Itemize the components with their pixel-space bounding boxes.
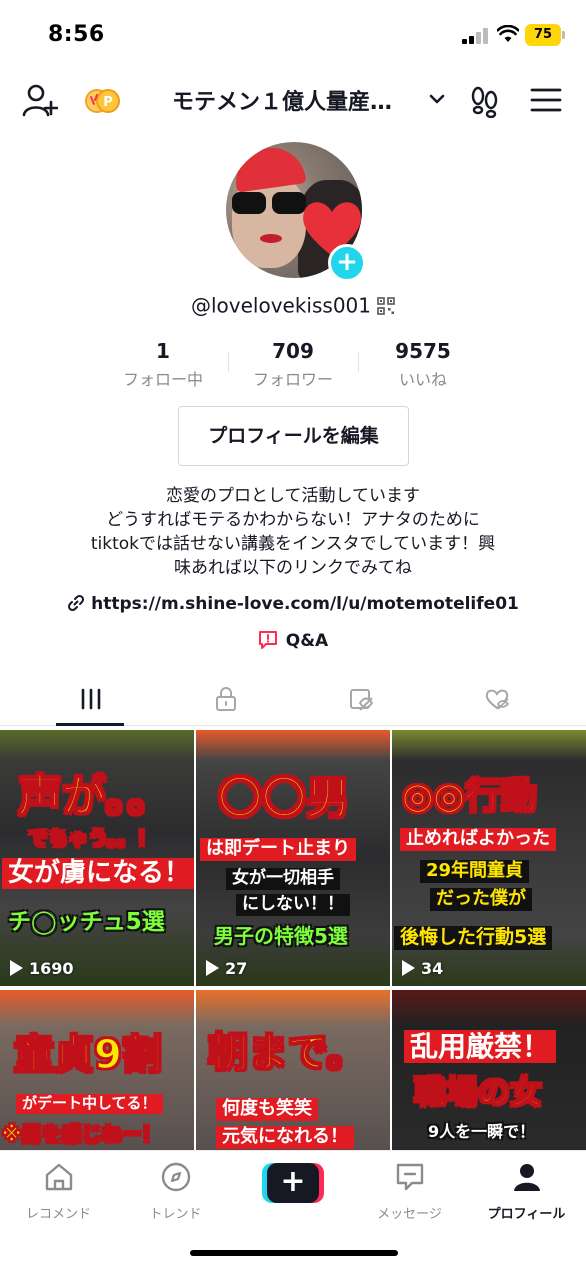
bio-line: どうすればモテるかわからない！アナタのために: [106, 510, 480, 530]
status-bar: 8:56 75: [0, 0, 586, 70]
battery-indicator: 75: [525, 24, 565, 46]
video-caption: チ◯ッチュ5選: [8, 909, 165, 935]
view-count: 34: [402, 959, 443, 978]
home-icon: [45, 1163, 72, 1191]
play-icon: [10, 960, 23, 976]
bio: 恋愛のプロとして活動しています どうすればモテるかわからない！アナタのために t…: [40, 484, 546, 580]
lock-icon[interactable]: [213, 686, 239, 712]
video-tile[interactable]: ◎◎行動 止めればよかった 29年間童貞 だった僕が 後悔した行動5選 34: [392, 730, 586, 986]
following-label: フォロー中: [122, 370, 203, 389]
page-title[interactable]: モテメン１億人量産…: [172, 84, 392, 116]
top-nav: P モテメン１億人量産…: [0, 72, 586, 128]
qa-link[interactable]: Q&A: [0, 630, 586, 651]
home-indicator: [190, 1250, 398, 1256]
bio-line: 味あれば以下のリンクでみてね: [174, 558, 412, 578]
video-tile[interactable]: 乱用厳禁！ 職場の女 9人を一瞬で！: [392, 990, 586, 1160]
video-caption: にしない！！: [236, 894, 350, 916]
profile-icon: [513, 1164, 540, 1191]
nav-label: プロフィール: [487, 1207, 566, 1222]
link-icon: [68, 594, 85, 612]
nav-label: トレンド: [149, 1207, 202, 1222]
video-caption: 〇〇男: [217, 773, 351, 824]
add-user-icon[interactable]: [22, 82, 58, 118]
hidden-repost-icon[interactable]: [348, 686, 374, 712]
nav-trend[interactable]: トレンド: [117, 1161, 234, 1222]
svg-text:P: P: [103, 95, 113, 110]
video-caption: 後悔した行動5選: [394, 926, 553, 950]
play-icon: [206, 960, 219, 976]
footprint-icon[interactable]: [468, 84, 502, 118]
message-icon: [396, 1163, 423, 1191]
add-avatar-button[interactable]: +: [328, 244, 366, 282]
cellular-signal-icon: [462, 28, 490, 44]
video-tile[interactable]: 童貞9割 がデート中してる！ ※男を感じねー！: [0, 990, 194, 1160]
video-caption: 男子の特徴5選: [214, 924, 348, 948]
followers-count: 709: [272, 339, 314, 363]
nav-profile[interactable]: プロフィール: [468, 1161, 585, 1222]
content-tabs: [0, 676, 586, 726]
video-caption: 童貞9割: [13, 1032, 162, 1078]
compass-icon: [161, 1162, 190, 1192]
video-caption: 何度も笑笑: [216, 1098, 318, 1121]
chevron-down-icon[interactable]: [428, 90, 446, 108]
video-caption: 女が虜になる！: [2, 858, 194, 890]
likes-count: 9575: [395, 339, 451, 363]
likes-label: いいね: [398, 370, 447, 389]
video-caption: 声が。。: [17, 771, 172, 822]
status-time: 8:56: [48, 22, 105, 47]
wifi-icon: [497, 25, 519, 42]
plus-icon: +: [267, 1163, 319, 1203]
view-count: 27: [206, 959, 247, 978]
qa-label[interactable]: Q&A: [286, 631, 328, 651]
video-tile[interactable]: 〇〇男 は即デート止まり 女が一切相手 にしない！！ 男子の特徴5選 27: [196, 730, 390, 986]
video-caption: 9人を一瞬で！: [428, 1122, 536, 1141]
nav-label: レコメンド: [25, 1207, 91, 1222]
bio-line: 恋愛のプロとして活動しています: [166, 486, 420, 506]
play-icon: [402, 960, 415, 976]
create-button[interactable]: +: [262, 1163, 324, 1203]
nav-messages[interactable]: メッセージ: [351, 1161, 468, 1222]
followers-stat[interactable]: 709 フォロワー: [228, 338, 358, 390]
video-caption: 朝まで。: [207, 1030, 367, 1076]
video-tile[interactable]: 朝まで。 何度も笑笑 元気になれる！: [196, 990, 390, 1160]
following-count: 1: [156, 339, 170, 363]
videos-grid-icon[interactable]: [78, 686, 104, 712]
profile-link-text[interactable]: https://m.shine-love.com/l/u/motemotelif…: [91, 594, 519, 614]
profile-stats: 1 フォロー中 709 フォロワー 9575 いいね: [98, 338, 488, 390]
username: @lovelovekiss001: [190, 293, 372, 318]
following-stat[interactable]: 1 フォロー中: [98, 338, 228, 390]
coin-icon[interactable]: P: [84, 86, 122, 116]
video-caption: がデート中してる！: [16, 1094, 163, 1114]
edit-profile-button[interactable]: プロフィールを編集: [178, 406, 409, 466]
video-caption: だった僕が: [430, 888, 532, 911]
video-caption: ◎◎行動: [401, 776, 537, 817]
video-caption: 乱用厳禁！: [404, 1030, 557, 1064]
menu-icon[interactable]: [530, 86, 562, 114]
video-caption: 職場の女: [413, 1073, 543, 1111]
qr-code-icon[interactable]: [377, 296, 395, 315]
bio-line: tiktokでは話せない講義をインスタでしています！興: [90, 534, 496, 554]
active-tab-indicator: [56, 723, 124, 726]
hidden-liked-icon[interactable]: [484, 686, 510, 712]
video-tile[interactable]: 声が。。 でちゃう。。！ 女が虜になる！ チ◯ッチュ5選 1690: [0, 730, 194, 986]
nav-label: メッセージ: [377, 1207, 442, 1222]
video-caption: は即デート止まり: [200, 838, 356, 861]
profile-link[interactable]: https://m.shine-love.com/l/u/motemotelif…: [0, 594, 586, 614]
nav-home[interactable]: レコメンド: [0, 1161, 117, 1222]
username-row: @lovelovekiss001: [0, 292, 586, 318]
qa-icon: [258, 631, 277, 649]
video-caption: ※男を感じねー！: [1, 1122, 162, 1146]
video-grid: 声が。。 でちゃう。。！ 女が虜になる！ チ◯ッチュ5選 1690 〇〇男 は即…: [0, 730, 586, 1160]
video-caption: 止めればよかった: [400, 828, 556, 851]
likes-stat[interactable]: 9575 いいね: [358, 338, 488, 390]
view-count: 1690: [10, 959, 74, 978]
video-caption: 元気になれる！: [216, 1126, 354, 1149]
video-caption: 29年間童貞: [420, 860, 530, 883]
video-caption: 女が一切相手: [226, 868, 340, 890]
video-caption: でちゃう。。！: [27, 826, 157, 850]
followers-label: フォロワー: [252, 370, 333, 389]
